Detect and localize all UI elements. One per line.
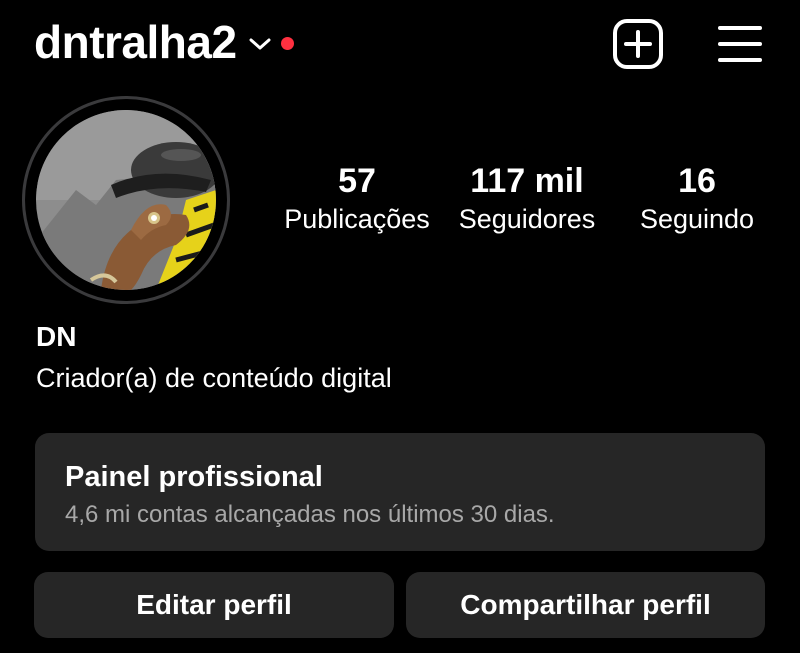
display-name: DN [36,321,77,352]
following-label: Seguindo [639,204,755,234]
profile-photo [36,110,216,290]
dashboard-subtitle: 4,6 mi contas alcançadas nos últimos 30 … [65,501,555,528]
followers-count: 117 mil [470,162,584,200]
menu-button[interactable] [716,22,764,66]
notification-dot [280,36,294,50]
edit-profile-button[interactable]: Editar perfil [34,572,394,638]
posts-label: Publicações [284,204,430,234]
profile-header: dntralha2 [0,0,800,90]
stat-posts[interactable]: 57 Publicações [280,160,434,236]
create-button[interactable] [612,18,664,70]
stat-followers[interactable]: 117 mil Seguidores [448,160,606,236]
share-profile-button[interactable]: Compartilhar perfil [406,572,765,638]
followers-label: Seguidores [458,204,596,234]
account-switcher[interactable]: dntralha2 [34,14,294,70]
posts-count: 57 [338,162,376,200]
plus-square-icon [613,19,663,69]
stat-following[interactable]: 16 Seguindo [630,160,764,236]
following-count: 16 [678,162,716,200]
username: dntralha2 [34,16,237,68]
professional-dashboard-card[interactable]: Painel profissional 4,6 mi contas alcanç… [35,433,765,551]
chevron-down-icon [249,38,271,50]
avatar[interactable] [22,96,230,304]
category-label: Criador(a) de conteúdo digital [36,363,392,393]
dashboard-title: Painel profissional [65,461,323,493]
hamburger-menu-icon [718,26,762,62]
